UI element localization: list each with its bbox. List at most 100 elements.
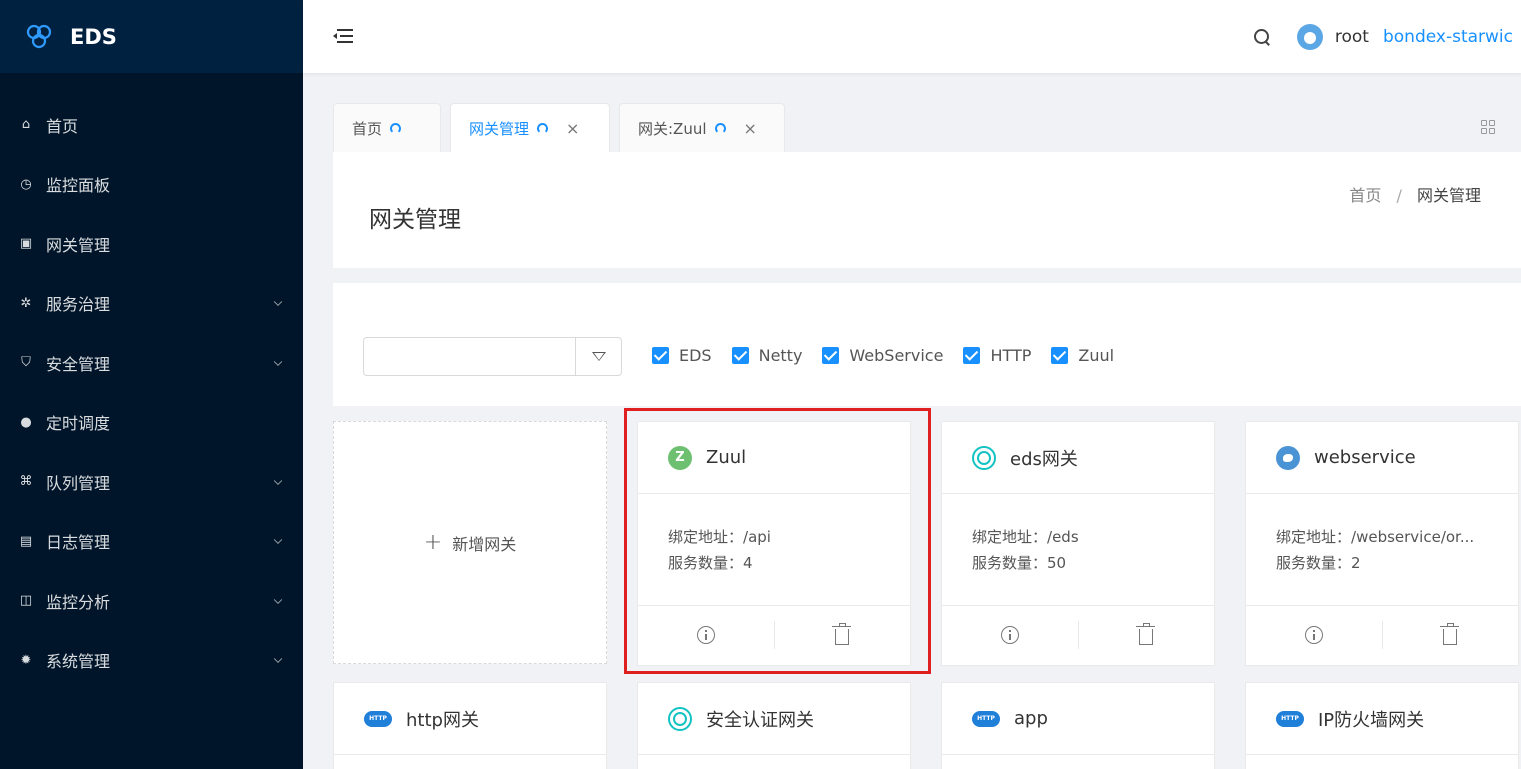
chevron-down-icon (273, 654, 283, 664)
sidebar-item-service[interactable]: ✲ 服务治理 (0, 274, 303, 334)
breadcrumb-current: 网关管理 (1416, 186, 1481, 205)
gateway-icon: ▣ (19, 236, 33, 252)
top-header: root bondex-starwic (303, 0, 1521, 73)
sidebar-item-schedule[interactable]: ● 定时调度 (0, 393, 303, 453)
gateway-name: 安全认证网关 (706, 709, 814, 731)
checkbox-checked-icon[interactable] (963, 347, 981, 364)
delete-button[interactable] (1077, 621, 1215, 649)
checkbox-netty[interactable]: Netty (731, 346, 803, 365)
shield-icon: ⛉ (21, 355, 31, 371)
gateway-service-count: 服务数量：50 (972, 554, 1067, 572)
avatar[interactable] (1296, 23, 1323, 50)
gateway-card-app[interactable]: HTTP app (941, 682, 1215, 769)
sidebar-item-dashboard[interactable]: ◷ 监控面板 (0, 155, 303, 215)
sidebar-item-label: 首页 (46, 116, 79, 136)
checkbox-checked-icon[interactable] (822, 347, 840, 364)
tab-gateway-management[interactable]: 网关管理 × (450, 103, 610, 153)
tab-home[interactable]: 首页 (333, 103, 441, 153)
eds-icon (668, 706, 692, 731)
breadcrumb-separator: / (1396, 186, 1402, 205)
queue-icon: ⌘ (19, 474, 33, 490)
gateway-card-zuul[interactable]: Z Zuul 绑定地址：/api 服务数量：4 (637, 421, 911, 666)
zuul-icon: Z (668, 445, 692, 470)
trash-icon (1440, 622, 1460, 645)
grid-icon[interactable] (1481, 120, 1495, 134)
info-icon (696, 626, 715, 644)
reload-icon[interactable] (714, 123, 726, 134)
card-header: webservice (1246, 422, 1518, 494)
gateway-name: http网关 (406, 709, 479, 731)
card-header: HTTP app (942, 683, 1214, 755)
info-button[interactable] (942, 621, 1078, 649)
card-header: eds网关 (942, 422, 1214, 494)
card-body: 绑定地址：/eds 服务数量：50 (942, 494, 1214, 606)
reload-icon[interactable] (537, 123, 549, 134)
checkbox-label: WebService (849, 346, 944, 365)
sidebar-item-gateway[interactable]: ▣ 网关管理 (0, 214, 303, 274)
gateway-card-webservice[interactable]: webservice 绑定地址：/webservice/or... 服务数量：2 (1245, 421, 1519, 666)
checkbox-zuul[interactable]: Zuul (1051, 346, 1114, 365)
checkbox-checked-icon[interactable] (1051, 347, 1069, 364)
add-gateway-card[interactable]: + 新增网关 (333, 421, 607, 664)
checkbox-http[interactable]: HTTP (963, 346, 1031, 365)
http-cloud-icon: HTTP (972, 710, 1000, 727)
page-title: 网关管理 (369, 207, 461, 233)
search-input[interactable] (363, 337, 622, 376)
gateway-card-ip-firewall[interactable]: HTTP IP防火墙网关 (1245, 682, 1519, 769)
gateway-name: app (1014, 708, 1048, 729)
gateway-service-count: 服务数量：4 (668, 554, 753, 572)
gateway-address: 绑定地址：/eds (972, 528, 1079, 546)
filter-button[interactable] (575, 338, 621, 375)
tab-gateway-zuul[interactable]: 网关:Zuul × (619, 103, 785, 153)
sidebar-item-analysis[interactable]: ◫ 监控分析 (0, 571, 303, 631)
sidebar-item-label: 监控分析 (46, 592, 111, 612)
checkbox-webservice[interactable]: WebService (822, 346, 943, 365)
sidebar-item-security[interactable]: ⛉ 安全管理 (0, 333, 303, 393)
gateway-card-eds[interactable]: eds网关 绑定地址：/eds 服务数量：50 (941, 421, 1215, 666)
sidebar-menu: ⌂ 首页 ◷ 监控面板 ▣ 网关管理 ✲ 服务治理 ⛉ 安全管理 ● 定时调度 … (0, 95, 303, 690)
gateway-card-http[interactable]: HTTP http网关 (333, 682, 607, 769)
reload-icon[interactable] (390, 123, 402, 134)
sidebar: EDS ⌂ 首页 ◷ 监控面板 ▣ 网关管理 ✲ 服务治理 ⛉ 安全管理 ● 定… (0, 0, 303, 769)
chevron-down-icon (273, 595, 283, 604)
user-name[interactable]: root (1335, 27, 1369, 47)
sidebar-item-label: 队列管理 (46, 473, 111, 493)
trash-icon (832, 622, 852, 645)
gateway-address: 绑定地址：/webservice/or... (1276, 528, 1475, 546)
dashboard-icon: ◷ (20, 176, 32, 192)
checkbox-label: Netty (758, 346, 803, 365)
logo[interactable]: EDS (0, 0, 303, 73)
gateway-name: webservice (1314, 447, 1416, 468)
checkbox-label: Zuul (1078, 346, 1115, 365)
gateway-card-auth[interactable]: 安全认证网关 (637, 682, 911, 769)
menu-fold-icon[interactable] (333, 28, 353, 44)
tenant-name[interactable]: bondex-starwic (1383, 27, 1513, 47)
gateway-name: IP防火墙网关 (1318, 709, 1425, 731)
card-header: HTTP http网关 (334, 683, 606, 755)
delete-button[interactable] (773, 621, 911, 649)
info-button[interactable] (1246, 621, 1382, 649)
sidebar-item-label: 网关管理 (46, 235, 111, 255)
sidebar-item-log[interactable]: ▤ 日志管理 (0, 512, 303, 572)
chevron-down-icon (273, 297, 283, 307)
sidebar-item-home[interactable]: ⌂ 首页 (0, 95, 303, 155)
close-icon[interactable]: × (566, 119, 579, 138)
search-icon[interactable] (1253, 28, 1271, 46)
logo-icon (26, 24, 52, 48)
sidebar-item-label: 日志管理 (46, 533, 111, 553)
delete-button[interactable] (1381, 621, 1519, 649)
filter-icon (591, 352, 606, 361)
info-button[interactable] (638, 621, 774, 649)
sidebar-item-queue[interactable]: ⌘ 队列管理 (0, 452, 303, 512)
checkbox-eds[interactable]: EDS (652, 346, 712, 365)
sidebar-item-system[interactable]: ✹ 系统管理 (0, 631, 303, 691)
close-icon[interactable]: × (744, 119, 757, 138)
app-title: EDS (70, 24, 117, 49)
sidebar-item-label: 服务治理 (46, 295, 111, 315)
sidebar-item-label: 监控面板 (46, 176, 111, 196)
card-header: 安全认证网关 (638, 683, 910, 755)
breadcrumb-home[interactable]: 首页 (1349, 186, 1381, 205)
checkbox-checked-icon[interactable] (731, 347, 749, 364)
checkbox-checked-icon[interactable] (652, 347, 669, 364)
sidebar-item-label: 安全管理 (46, 354, 111, 374)
